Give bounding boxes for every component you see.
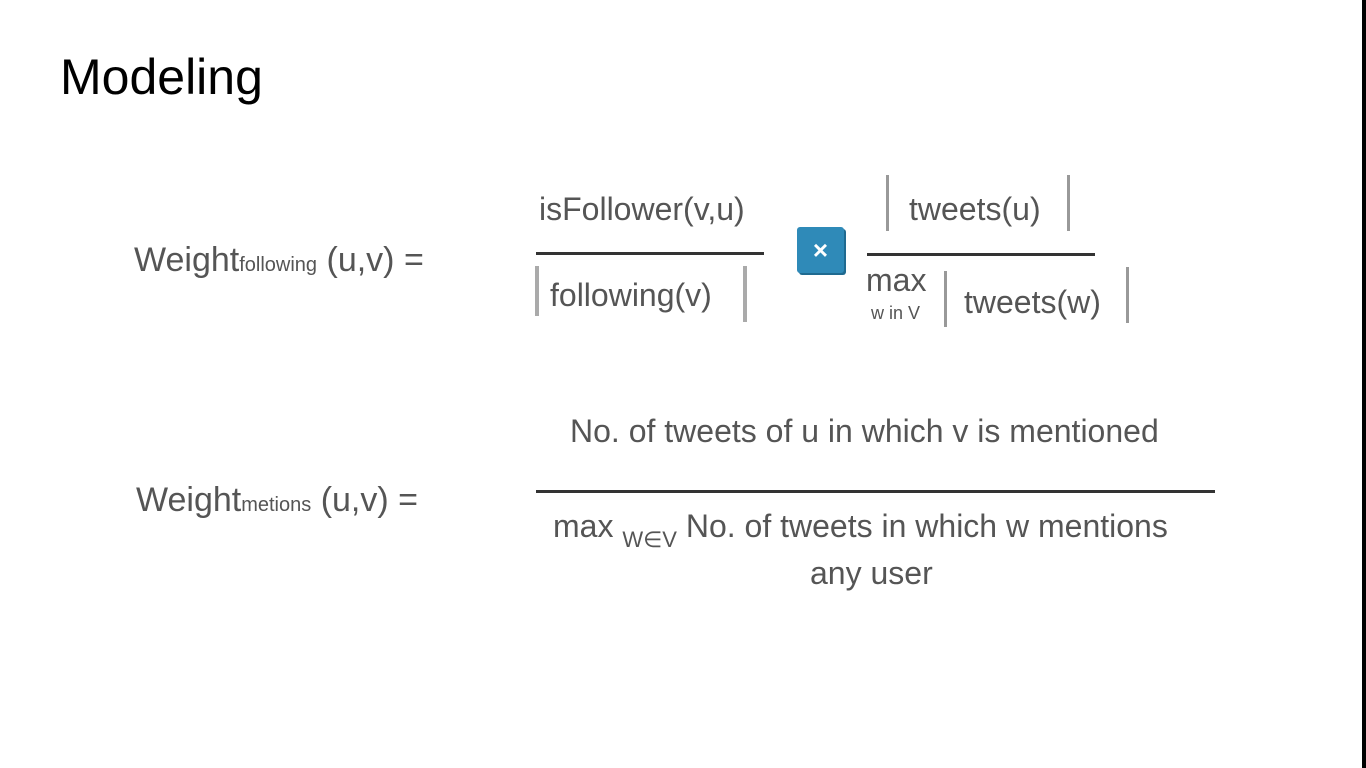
equation2-lhs-main: Weight [136,481,242,519]
equation2-lhs-args: (u,v) = [311,481,418,519]
fraction2-abs-bar-top-right [1067,175,1070,231]
fraction3-max-subscript: W∈V [622,527,677,552]
multiply-icon: × [797,227,844,273]
fraction2-abs-bar-top-left [886,175,889,231]
equation1-lhs-subscript: following [239,254,318,276]
fraction3-numerator: No. of tweets of u in which v is mention… [570,413,1159,449]
right-edge-border [1362,0,1366,768]
slide-title: Modeling [60,49,263,105]
fraction3-denominator-text: No. of tweets in which w mentions [676,508,1168,544]
fraction2-max-subscript: w in V [871,303,921,323]
fraction1-denominator: following(v) [550,277,712,313]
fraction2-denominator: tweets(w) [964,284,1101,320]
fraction1-numerator: isFollower(v,u) [539,191,745,227]
fraction2-bar [867,253,1095,256]
equation1-lhs-main: Weight [134,241,240,279]
equation1-lhs-args: (u,v) = [317,241,424,279]
fraction3-denominator-line1: max W∈V No. of tweets in which w mention… [553,508,1168,551]
fraction2-abs-bar-bottom-right [1126,267,1129,323]
fraction1-bar [536,252,764,255]
fraction2-abs-bar-bottom-left [944,271,947,327]
fraction2-max-operator: max [866,262,927,298]
fraction3-max-operator: max [553,508,623,544]
fraction1-abs-bar-left [535,266,539,316]
equation2-lhs: Weightmetions (u,v) = [136,483,418,517]
fraction2-numerator: tweets(u) [909,191,1041,227]
fraction1-abs-bar-right [743,266,747,322]
fraction3-denominator-line2: any user [810,555,933,591]
equation2-lhs-subscript: metions [241,494,312,516]
equation1-lhs: Weightfollowing (u,v) = [134,243,424,277]
fraction3-bar [536,490,1215,493]
